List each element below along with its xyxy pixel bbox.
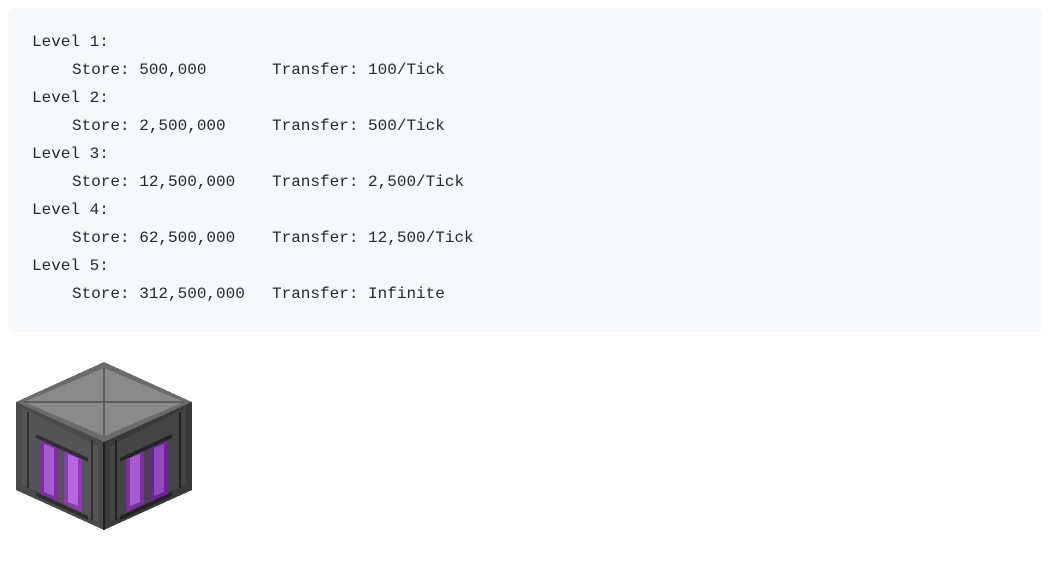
transfer-label: Transfer:	[272, 285, 358, 303]
store-label: Store:	[72, 229, 130, 247]
level-detail: Store: 2,500,000Transfer: 500/Tick	[32, 112, 1018, 140]
transfer-value: Infinite	[368, 285, 445, 303]
transfer-label: Transfer:	[272, 117, 358, 135]
level-table: Level 1:Store: 500,000Transfer: 100/Tick…	[8, 8, 1042, 332]
transfer-value: 12,500/Tick	[368, 229, 474, 247]
transfer-cell: Transfer: Infinite	[272, 280, 445, 308]
level-detail: Store: 12,500,000Transfer: 2,500/Tick	[32, 168, 1018, 196]
store-label: Store:	[72, 173, 130, 191]
transfer-label: Transfer:	[272, 229, 358, 247]
level-title: Level 2:	[32, 84, 1018, 112]
transfer-cell: Transfer: 2,500/Tick	[272, 168, 464, 196]
store-label: Store:	[72, 285, 130, 303]
store-label: Store:	[72, 61, 130, 79]
transfer-cell: Transfer: 500/Tick	[272, 112, 445, 140]
store-label: Store:	[72, 117, 130, 135]
level-title: Level 5:	[32, 252, 1018, 280]
store-value: 312,500,000	[139, 285, 245, 303]
level-title: Level 3:	[32, 140, 1018, 168]
transfer-label: Transfer:	[272, 173, 358, 191]
store-cell: Store: 500,000	[72, 56, 272, 84]
level-detail: Store: 312,500,000Transfer: Infinite	[32, 280, 1018, 308]
store-value: 62,500,000	[139, 229, 235, 247]
transfer-value: 100/Tick	[368, 61, 445, 79]
transfer-value: 500/Tick	[368, 117, 445, 135]
transfer-value: 2,500/Tick	[368, 173, 464, 191]
level-title: Level 1:	[32, 28, 1018, 56]
store-cell: Store: 12,500,000	[72, 168, 272, 196]
storage-block-icon	[16, 362, 192, 530]
transfer-cell: Transfer: 100/Tick	[272, 56, 445, 84]
store-value: 12,500,000	[139, 173, 235, 191]
store-value: 500,000	[139, 61, 206, 79]
store-cell: Store: 2,500,000	[72, 112, 272, 140]
level-title: Level 4:	[32, 196, 1018, 224]
transfer-label: Transfer:	[272, 61, 358, 79]
level-detail: Store: 62,500,000Transfer: 12,500/Tick	[32, 224, 1018, 252]
store-cell: Store: 62,500,000	[72, 224, 272, 252]
level-detail: Store: 500,000Transfer: 100/Tick	[32, 56, 1018, 84]
store-value: 2,500,000	[139, 117, 225, 135]
store-cell: Store: 312,500,000	[72, 280, 272, 308]
transfer-cell: Transfer: 12,500/Tick	[272, 224, 474, 252]
